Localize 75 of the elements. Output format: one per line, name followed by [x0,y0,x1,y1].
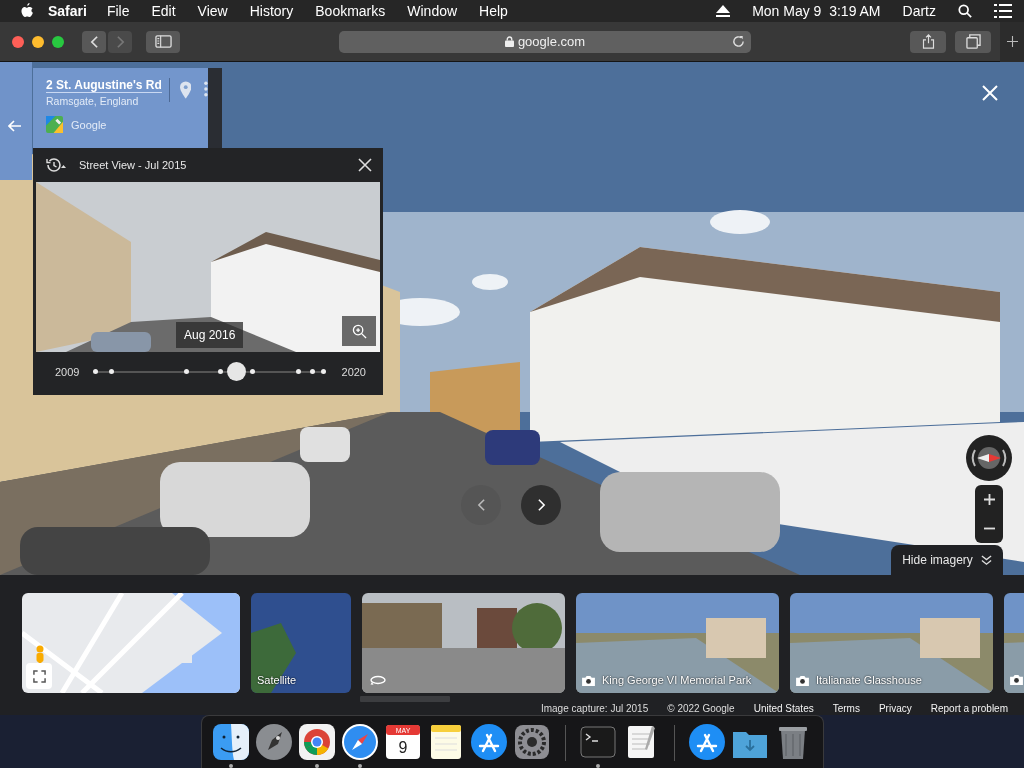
camera-icon [796,674,809,686]
app-menu[interactable]: Safari [48,3,87,19]
menu-item[interactable]: Edit [151,3,176,19]
footer-link[interactable]: Privacy [878,703,912,714]
footer-text: Image capture: Jul 2015 [540,703,649,714]
menu-item[interactable]: Bookmarks [315,3,386,19]
back-button[interactable] [82,30,106,53]
preview-date: Aug 2016 [176,322,244,348]
compass-icon[interactable] [340,722,380,762]
app-store-icon[interactable] [469,722,509,762]
list-icon[interactable] [994,4,1012,18]
thumbnail-label[interactable]: Satellite [257,674,297,686]
menu-item[interactable]: Window [407,3,458,19]
calendar-day: 9 [398,739,408,756]
reload-icon[interactable] [732,34,745,48]
zoom-in-icon [351,323,367,339]
menu-clock[interactable]: Mon May 9 3:19 AM [752,3,881,19]
tabs-icon [964,34,982,49]
footer-link[interactable]: Report a problem [930,703,1008,714]
end-year: 2020 [341,366,366,378]
url-text: google.com [517,34,586,49]
zoom-window-button[interactable] [52,35,64,48]
compass-icon[interactable] [965,434,1013,482]
tabs-button[interactable] [955,30,991,53]
camera-icon [1010,674,1023,685]
camera-icon [582,674,595,686]
close-icon[interactable] [358,158,372,172]
chevron-left-icon [89,34,99,49]
footer-link[interactable]: United States [753,703,814,714]
footer-text: © 2022 Google [667,703,735,714]
plus-icon [983,494,995,505]
eject-icon[interactable] [716,4,731,18]
start-year: 2009 [55,366,80,378]
menu-item[interactable]: History [249,3,294,19]
smiley-face-icon[interactable] [211,722,251,762]
user-name[interactable]: Dartz [902,3,936,19]
rocket-icon[interactable] [254,722,294,762]
double-chevron-icon [980,554,992,566]
lock-icon [504,36,514,47]
search-icon[interactable] [958,4,972,18]
plus-icon [1006,36,1018,47]
apple-icon[interactable] [20,3,34,19]
fullscreen-icon [32,669,46,683]
timeline-slider-thumb[interactable] [227,362,247,381]
photo-thumbnail[interactable] [576,593,779,693]
browser-icon[interactable] [297,722,337,762]
app-store-icon[interactable] [687,722,727,762]
history-icon [45,158,67,172]
satellite-thumbnail[interactable] [251,593,351,693]
new-tab-button[interactable] [1000,21,1024,62]
map-thumbnail[interactable] [22,593,240,693]
menu-item[interactable]: Help [479,3,508,19]
close-window-button[interactable] [12,35,24,48]
hide-imagery-button[interactable]: Hide imagery [891,545,1003,575]
street-thumbnail[interactable] [362,593,565,693]
panel-title: Street View - Jul 2015 [79,159,187,171]
history-toggle-button[interactable] [45,158,67,172]
chevron-left-icon [476,498,486,512]
fullscreen-button[interactable] [26,663,52,689]
back-arrow-icon[interactable] [8,120,22,132]
menu-item[interactable]: View [197,3,228,19]
place-subtitle: Ramsgate, England [46,95,140,107]
minimize-window-button[interactable] [32,35,44,48]
sidebar-button[interactable] [146,30,180,53]
share-button[interactable] [910,30,946,53]
sidebar-icon [154,34,172,49]
gear-icon[interactable] [512,722,552,762]
chevron-right-icon [115,34,125,49]
footer-link[interactable]: Terms [832,703,860,714]
chevron-right-icon [536,498,546,512]
maps-logo-icon [46,116,63,133]
menu-item[interactable]: File [106,3,130,19]
address-bar[interactable]: google.com [339,30,751,53]
photo-thumbnail[interactable] [790,593,993,693]
rotate-360-icon [370,675,386,685]
